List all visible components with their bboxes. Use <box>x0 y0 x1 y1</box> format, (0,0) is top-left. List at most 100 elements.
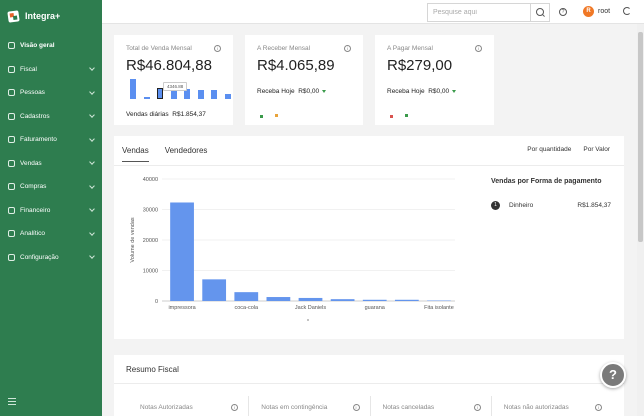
search-icon[interactable] <box>530 4 549 21</box>
analytics-icon <box>8 230 15 238</box>
chart-bar <box>202 279 227 301</box>
cart-icon <box>8 183 15 191</box>
toggle-por-quantidade[interactable]: Por quantidade <box>527 146 571 153</box>
brand[interactable]: Integra+ <box>7 9 60 23</box>
kpi-card-a-pagar: A Pagar Mensal i R$279,00 Receba Hoje R$… <box>375 35 494 125</box>
info-icon[interactable]: i <box>214 45 221 52</box>
trend-up-icon <box>260 115 263 118</box>
info-icon[interactable]: i <box>595 404 602 411</box>
finance-icon <box>8 206 15 214</box>
trend-down-icon <box>390 115 393 118</box>
chevron-down-icon <box>89 182 95 189</box>
chevron-down-icon <box>89 135 95 142</box>
kpi-value: R$4.065,89 <box>257 57 335 74</box>
sparkline-bar[interactable] <box>211 90 217 99</box>
chevron-down-icon <box>89 65 95 72</box>
sales-icon <box>8 159 15 167</box>
y-tick-label: 40000 <box>143 177 158 183</box>
sidebar-item-cadastros[interactable]: Cadastros <box>0 105 102 129</box>
chevron-down-icon <box>89 88 95 95</box>
info-icon[interactable]: i <box>352 404 360 411</box>
note-canceladas[interactable]: Notas canceladas i <box>369 396 491 416</box>
sales-card: Vendas Vendedores Por quantidade Por Val… <box>114 136 624 339</box>
chart-bar <box>266 297 291 301</box>
sidebar-item-label: Cadastros <box>20 112 50 120</box>
kpi-title: Total de Venda Mensal <box>126 45 192 52</box>
sidebar-item-vis-o-geral[interactable]: Visão geral <box>0 34 102 58</box>
kpi-sub-value: R$0,00 <box>428 88 450 95</box>
sidebar-item-label: Compras <box>20 183 47 191</box>
y-tick-label: 0 <box>155 299 158 305</box>
help-icon[interactable]: ? <box>559 8 567 16</box>
scroll-dot-icon <box>307 319 309 321</box>
scrollbar-thumb[interactable] <box>638 32 643 242</box>
toggle-por-valor[interactable]: Por Valor <box>583 146 610 153</box>
y-axis-label: Volume de vendas <box>130 217 136 263</box>
kpi-value: R$279,00 <box>387 57 453 74</box>
caret-down-icon[interactable] <box>452 89 457 93</box>
kpi-sub-value: R$0,00 <box>298 88 320 95</box>
payment-title: Vendas por Forma de pagamento <box>491 178 602 185</box>
chart-bar <box>170 202 194 301</box>
payment-rank-badge: 1 <box>491 200 500 210</box>
refresh-icon[interactable] <box>623 7 631 15</box>
sidebar-item-configura-o[interactable]: Configuração <box>0 246 102 270</box>
chevron-down-icon <box>89 253 95 260</box>
user-menu[interactable]: R root <box>583 6 610 17</box>
kpi-card-total-vendas: Total de Venda Mensal i R$46.804,88 4346… <box>114 35 233 125</box>
sparkline-bar[interactable] <box>224 94 231 99</box>
chevron-down-icon <box>89 112 95 119</box>
sidebar-item-label: Fiscal <box>20 65 37 73</box>
user-name: root <box>598 8 611 15</box>
sidebar-item-label: Pessoas <box>20 89 45 97</box>
fiscal-notes: Notas Autorizadas i Notas em contingência… <box>126 396 612 416</box>
chevron-down-icon <box>89 206 95 213</box>
sparkline-bar[interactable] <box>197 90 204 99</box>
note-autorizadas[interactable]: Notas Autorizadas i <box>126 396 248 416</box>
help-button[interactable]: ? <box>600 362 626 388</box>
search-input[interactable] <box>428 4 530 21</box>
payment-row[interactable]: 1 Dinheiro R$1.854,37 <box>491 200 611 210</box>
note-label: Notas canceladas <box>382 404 435 411</box>
scrollbar[interactable] <box>637 24 644 416</box>
sparkline-bar[interactable] <box>143 96 150 99</box>
kpi-value: R$46.804,88 <box>126 57 212 74</box>
sidebar-item-faturamento[interactable]: Faturamento <box>0 128 102 152</box>
billing-icon <box>8 136 15 144</box>
info-icon[interactable]: i <box>231 404 239 411</box>
sparkline-tooltip: 4346.88 <box>163 82 188 91</box>
sidebar-item-financeiro[interactable]: Financeiro <box>0 199 102 223</box>
x-tick-label: impressora <box>168 305 196 311</box>
sparkline-bar[interactable] <box>130 79 136 99</box>
sidebar-nav: Visão geral Fiscal Pessoas Cadastros Faturam… <box>0 34 102 269</box>
trend-icon <box>275 114 278 117</box>
kpi-subline: Receba Hoje R$0,00 <box>387 88 457 95</box>
chart-bar <box>298 297 323 301</box>
sidebar-item-label: Faturamento <box>20 136 57 144</box>
chevron-down-icon <box>89 229 95 236</box>
menu-toggle-icon[interactable] <box>8 398 16 407</box>
sidebar-item-anal-tico[interactable]: Analítico <box>0 222 102 246</box>
divider <box>114 383 624 384</box>
kpi-sub-label: Receba Hoje <box>387 88 425 95</box>
x-tick-label: coca-cola <box>235 305 259 311</box>
sidebar-item-fiscal[interactable]: Fiscal <box>0 58 102 82</box>
resumo-title: Resumo Fiscal <box>126 365 179 374</box>
sidebar-item-compras[interactable]: Compras <box>0 175 102 199</box>
x-tick-label: Fita isolante <box>424 305 454 311</box>
chart-bar <box>234 292 259 301</box>
x-tick-label: Jack Daniels <box>295 305 326 311</box>
caret-down-icon[interactable] <box>322 89 327 93</box>
people-icon <box>8 89 15 97</box>
sidebar-item-vendas[interactable]: Vendas <box>0 152 102 176</box>
note-nao-autorizadas[interactable]: Notas não autorizadas i <box>490 396 612 416</box>
info-icon[interactable]: i <box>344 45 351 52</box>
info-icon[interactable]: i <box>475 45 482 52</box>
y-tick-label: 10000 <box>143 269 158 275</box>
kpi-card-a-receber: A Receber Mensal i R$4.065,89 Receba Hoj… <box>245 35 363 125</box>
kpi-sub-value: R$1.854,37 <box>172 111 206 118</box>
sales-bar-chart: 0 10000 20000 30000 40000 Volume de vendas imp… <box>130 177 455 321</box>
info-icon[interactable]: i <box>473 404 481 411</box>
sidebar-item-pessoas[interactable]: Pessoas <box>0 81 102 105</box>
note-contingencia[interactable]: Notas em contingência i <box>248 396 369 416</box>
